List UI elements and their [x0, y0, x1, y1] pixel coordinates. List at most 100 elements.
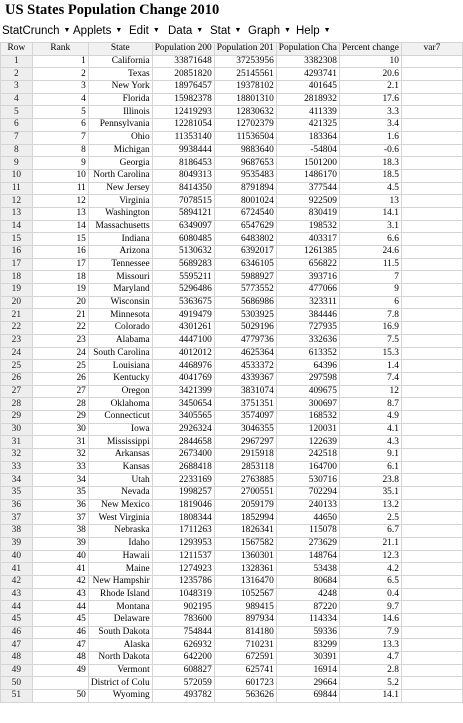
cell-pop-change[interactable]: 115078 [275, 524, 340, 538]
row-number[interactable]: 35 [0, 486, 33, 500]
cell-pop-change[interactable]: 656822 [275, 257, 340, 272]
row-number[interactable]: 46 [0, 625, 33, 640]
menu-statcrunch[interactable]: StatCrunch ▼ [2, 25, 70, 37]
cell-var7[interactable] [400, 181, 463, 196]
cell-var7[interactable] [400, 80, 463, 94]
cell-state[interactable]: Ohio [87, 130, 153, 145]
column-header-row[interactable]: Row [0, 42, 33, 56]
cell-pop-2010[interactable]: 4533372 [213, 359, 277, 373]
cell-pop-change[interactable]: 1501200 [275, 156, 340, 170]
cell-var7[interactable] [400, 130, 463, 145]
cell-pop-2010[interactable]: 1360301 [213, 549, 277, 564]
cell-rank[interactable]: 34 [31, 473, 89, 488]
cell-rank[interactable]: 11 [31, 181, 89, 196]
cell-rank[interactable]: 7 [31, 130, 89, 145]
row-number[interactable]: 16 [0, 245, 33, 259]
cell-pop-change[interactable]: 30391 [275, 651, 340, 665]
cell-pop-change[interactable]: 530716 [275, 473, 340, 488]
cell-pop-change[interactable]: 411339 [275, 105, 340, 120]
row-number[interactable]: 24 [0, 346, 33, 361]
cell-pop-2000[interactable]: 3450654 [151, 397, 215, 411]
row-number[interactable]: 42 [0, 574, 33, 589]
cell-percent-change[interactable]: 2.1 [338, 80, 402, 94]
row-number[interactable]: 18 [0, 270, 33, 285]
cell-rank[interactable]: 16 [31, 245, 89, 259]
cell-percent-change[interactable]: 24.6 [338, 245, 402, 259]
cell-percent-change[interactable]: 6.1 [338, 460, 402, 475]
row-number[interactable]: 26 [0, 371, 33, 386]
cell-percent-change[interactable]: 23.8 [338, 473, 402, 488]
cell-pop-change[interactable]: 148764 [275, 549, 340, 564]
row-number[interactable]: 17 [0, 257, 33, 272]
cell-percent-change[interactable]: 7.9 [338, 625, 402, 640]
row-number[interactable]: 34 [0, 473, 33, 488]
cell-pop-change[interactable]: 198532 [275, 219, 340, 234]
cell-pop-change[interactable]: 80684 [275, 574, 340, 589]
cell-state[interactable]: Wisconsin [87, 295, 153, 310]
cell-pop-2000[interactable]: 1274923 [151, 562, 215, 576]
row-number[interactable]: 8 [0, 143, 33, 158]
cell-pop-change[interactable]: 59336 [275, 625, 340, 640]
cell-var7[interactable] [400, 219, 463, 234]
row-number[interactable]: 45 [0, 612, 33, 627]
cell-pop-change[interactable]: 297598 [275, 371, 340, 386]
cell-percent-change[interactable]: 35.1 [338, 486, 402, 500]
cell-pop-2000[interactable]: 2233169 [151, 473, 215, 488]
cell-var7[interactable] [400, 283, 463, 297]
column-header-pop-2000[interactable]: Population 200 [151, 42, 215, 56]
cell-rank[interactable]: 15 [31, 232, 89, 246]
cell-pop-2010[interactable]: 37253956 [213, 54, 277, 69]
menu-graph[interactable]: Graph ▼ [248, 25, 291, 37]
cell-percent-change[interactable]: 6 [338, 295, 402, 310]
cell-rank[interactable]: 21 [31, 308, 89, 323]
cell-state[interactable]: Arkansas [87, 448, 153, 462]
column-header-var7[interactable]: var7 [400, 42, 463, 56]
cell-rank[interactable]: 4 [31, 92, 89, 107]
cell-pop-2000[interactable]: 3405565 [151, 409, 215, 424]
cell-pop-change[interactable]: -54804 [275, 143, 340, 158]
cell-pop-2000[interactable]: 5363675 [151, 295, 215, 310]
cell-var7[interactable] [400, 524, 463, 538]
row-number[interactable]: 37 [0, 511, 33, 526]
cell-pop-change[interactable]: 830419 [275, 206, 340, 221]
cell-pop-2000[interactable]: 9938444 [151, 143, 215, 158]
cell-pop-change[interactable]: 922509 [275, 194, 340, 208]
cell-percent-change[interactable]: 10 [338, 54, 402, 69]
cell-state[interactable]: Iowa [87, 422, 153, 437]
cell-rank[interactable]: 12 [31, 194, 89, 208]
cell-pop-2010[interactable]: 1328361 [213, 562, 277, 576]
cell-rank[interactable]: 2 [31, 67, 89, 82]
cell-percent-change[interactable]: 7.8 [338, 308, 402, 323]
cell-state[interactable]: Vermont [87, 663, 153, 678]
cell-state[interactable]: Indiana [87, 232, 153, 246]
cell-rank[interactable]: 23 [31, 333, 89, 348]
cell-pop-2000[interactable]: 11353140 [151, 130, 215, 145]
cell-var7[interactable] [400, 435, 463, 449]
cell-rank[interactable]: 6 [31, 118, 89, 132]
cell-pop-change[interactable]: 64396 [275, 359, 340, 373]
cell-pop-2010[interactable]: 9883640 [213, 143, 277, 158]
cell-rank[interactable] [31, 676, 89, 691]
cell-pop-2000[interactable]: 1235786 [151, 574, 215, 589]
cell-rank[interactable]: 31 [31, 435, 89, 449]
cell-rank[interactable]: 14 [31, 219, 89, 234]
cell-rank[interactable]: 49 [31, 663, 89, 678]
cell-percent-change[interactable]: 16.9 [338, 321, 402, 335]
cell-pop-2000[interactable]: 754844 [151, 625, 215, 640]
cell-pop-2010[interactable]: 1316470 [213, 574, 277, 589]
cell-pop-change[interactable]: 122639 [275, 435, 340, 449]
cell-pop-change[interactable]: 53438 [275, 562, 340, 576]
cell-percent-change[interactable]: 18.5 [338, 168, 402, 183]
row-number[interactable]: 40 [0, 549, 33, 564]
cell-percent-change[interactable]: 4.9 [338, 409, 402, 424]
cell-pop-2010[interactable]: 6724540 [213, 206, 277, 221]
cell-percent-change[interactable]: 3.4 [338, 118, 402, 132]
cell-pop-2010[interactable]: 25145561 [213, 67, 277, 82]
cell-pop-change[interactable]: 2818932 [275, 92, 340, 107]
cell-rank[interactable]: 25 [31, 359, 89, 373]
cell-pop-change[interactable]: 4248 [275, 587, 340, 602]
cell-percent-change[interactable]: 9.1 [338, 448, 402, 462]
cell-rank[interactable]: 33 [31, 460, 89, 475]
cell-pop-change[interactable]: 409675 [275, 384, 340, 399]
cell-rank[interactable]: 5 [31, 105, 89, 120]
